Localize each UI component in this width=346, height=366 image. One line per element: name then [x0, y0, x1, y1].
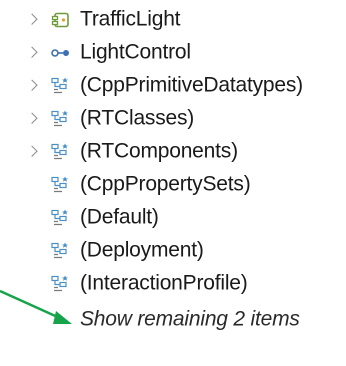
tree-item-deployment[interactable]: (Deployment) [0, 234, 346, 268]
tree-item-cpppropertysets[interactable]: (CppPropertySets) [0, 168, 346, 202]
tree-item-rtcomponents[interactable]: (RTComponents) [0, 135, 346, 169]
tree-item-default[interactable]: (Default) [0, 201, 346, 235]
chevron-right-icon[interactable] [26, 145, 38, 157]
tree-item-label: (CppPropertySets) [80, 172, 251, 196]
package-import-icon [51, 77, 68, 94]
chevron-right-icon[interactable] [26, 46, 38, 58]
project-tree: TrafficLight LightControl (CppPrimitiveD… [0, 0, 346, 366]
tree-item-label: LightControl [80, 40, 191, 64]
interface-icon [51, 49, 69, 57]
chevron-right-icon[interactable] [26, 112, 38, 124]
tree-item-label: (InteractionProfile) [80, 271, 248, 295]
package-import-icon [51, 242, 68, 259]
tree-item-label: (Default) [80, 205, 159, 229]
tree-item-label: (CppPrimitiveDatatypes) [80, 73, 303, 97]
package-import-icon [51, 275, 68, 292]
package-import-icon [51, 110, 68, 127]
tree-item-label: (RTClasses) [80, 106, 195, 130]
tree-item-lightcontrol[interactable]: LightControl [0, 36, 346, 70]
tree-item-cppprimitivedatatypes[interactable]: (CppPrimitiveDatatypes) [0, 69, 346, 103]
tree-item-label: TrafficLight [80, 7, 181, 31]
tree-item-trafficlight[interactable]: TrafficLight [0, 3, 346, 37]
tree-item-rtclasses[interactable]: (RTClasses) [0, 102, 346, 136]
component-icon [51, 12, 69, 28]
tree-item-interactionprofile[interactable]: (InteractionProfile) [0, 267, 346, 301]
package-import-icon [51, 209, 68, 226]
chevron-right-icon[interactable] [26, 79, 38, 91]
package-import-icon [51, 143, 68, 160]
tree-item-label: (Deployment) [80, 238, 204, 262]
chevron-right-icon[interactable] [26, 13, 38, 25]
show-remaining-label: Show remaining 2 items [80, 307, 300, 331]
tree-item-label: (RTComponents) [80, 139, 238, 163]
package-import-icon [51, 176, 68, 193]
show-remaining-items-link[interactable]: Show remaining 2 items [0, 303, 346, 337]
